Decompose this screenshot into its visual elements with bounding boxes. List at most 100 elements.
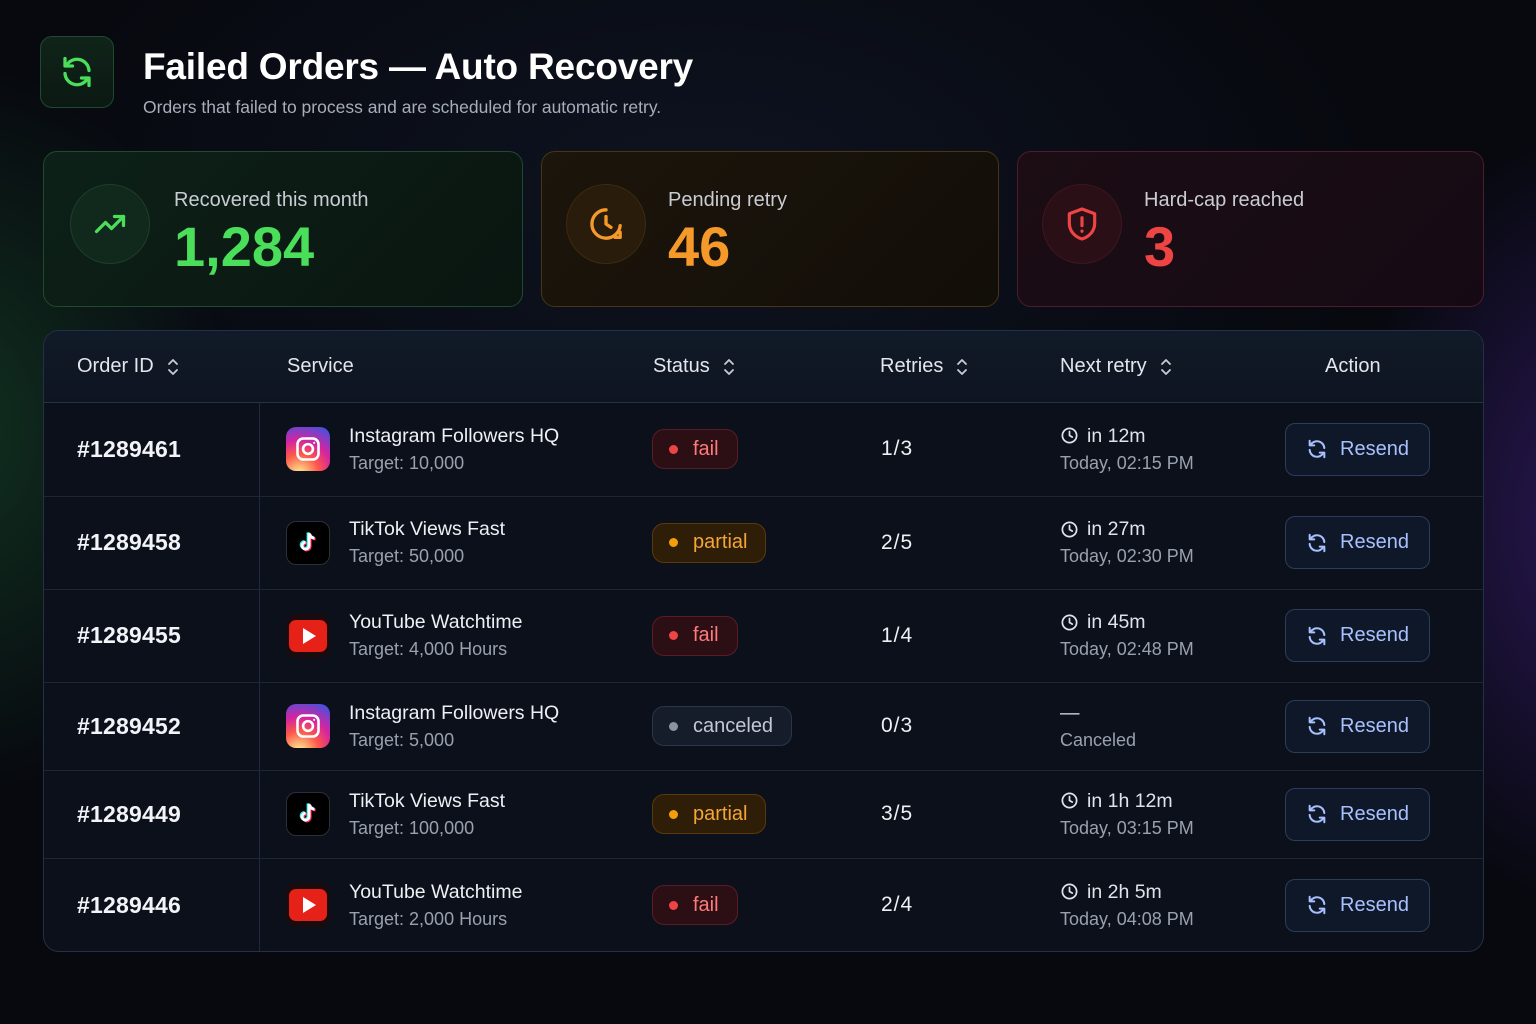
column-label: Status	[653, 355, 710, 377]
action-cell: Resend	[1285, 858, 1430, 951]
status-cell: fail	[652, 589, 738, 682]
resend-button[interactable]: Resend	[1285, 422, 1430, 476]
retries-count: 2/4	[881, 893, 914, 916]
resend-label: Resend	[1340, 437, 1409, 460]
refresh-icon	[1306, 532, 1328, 554]
status-label: fail	[693, 624, 719, 646]
table-row: #1289461 Instagram Followers HQ Target: 10…	[44, 402, 1483, 497]
trending-up-icon	[70, 184, 150, 264]
service-name: YouTube Watchtime	[349, 611, 523, 633]
resend-button[interactable]: Resend	[1285, 878, 1430, 932]
status-cell: canceled	[652, 682, 793, 770]
status-label: fail	[693, 893, 719, 916]
youtube-icon	[286, 883, 330, 927]
status-label: partial	[693, 531, 748, 553]
order-id: #1289455	[77, 622, 181, 648]
retries-count: 0/3	[881, 714, 914, 737]
column-next-retry[interactable]: Next retry	[1060, 331, 1173, 402]
status-badge: fail	[652, 885, 738, 925]
sort-icon[interactable]	[722, 357, 736, 377]
service-cell: TikTok Views Fast Target: 50,000	[286, 496, 505, 589]
column-action: Action	[1325, 331, 1381, 402]
service-name: Instagram Followers HQ	[349, 701, 560, 724]
next-retry-cell: in 1h 12m Today, 03:15 PM	[1060, 770, 1194, 858]
table-header: Order ID Service Status Retries Next ret…	[44, 331, 1483, 403]
page-subtitle: Orders that failed to process and are sc…	[143, 97, 662, 117]
service-target: Target: 5,000	[349, 729, 455, 750]
stat-value: 3	[1144, 215, 1176, 278]
order-id: #1289461	[77, 435, 181, 462]
shield-alert-icon	[1042, 184, 1122, 264]
table-row: #1289452 Instagram Followers HQ Target: 5,…	[44, 682, 1483, 771]
status-badge: partial	[652, 794, 767, 834]
order-id: #1289446	[77, 891, 181, 918]
column-label: Service	[287, 355, 354, 377]
service-target: Target: 50,000	[349, 546, 465, 566]
column-label: Action	[1325, 355, 1381, 377]
resend-button[interactable]: Resend	[1285, 516, 1430, 569]
column-service: Service	[287, 331, 354, 402]
tiktok-icon	[286, 792, 330, 836]
service-target: Target: 2,000 Hours	[349, 908, 508, 929]
status-dot	[669, 538, 678, 547]
instagram-icon	[286, 704, 330, 748]
resend-button[interactable]: Resend	[1285, 699, 1430, 753]
column-retries[interactable]: Retries	[880, 331, 969, 402]
service-target: Target: 100,000	[349, 817, 475, 838]
next-retry-cell: in 2h 5m Today, 04:08 PM	[1060, 858, 1194, 951]
next-retry-cell: in 45m Today, 02:48 PM	[1060, 589, 1194, 682]
page-header: Failed Orders — Auto Recovery Orders tha…	[40, 36, 693, 118]
resend-button[interactable]: Resend	[1285, 787, 1430, 841]
order-id: #1289449	[77, 800, 181, 827]
refresh-icon	[1306, 715, 1328, 737]
status-badge: partial	[652, 522, 767, 563]
clock-icon	[1060, 426, 1079, 445]
status-badge: fail	[652, 615, 738, 656]
next-retry-relative: in 2h 5m	[1087, 880, 1162, 903]
action-cell: Resend	[1285, 770, 1430, 858]
table-row: #1289455 YouTube Watchtime Target: 4,000 H…	[44, 589, 1483, 683]
stat-card-pending: Pending retry 46	[541, 151, 999, 307]
column-label: Order ID	[77, 355, 154, 377]
next-retry-time: Today, 02:30 PM	[1060, 546, 1194, 566]
next-retry-time: Canceled	[1060, 729, 1137, 750]
refresh-icon	[1306, 803, 1328, 825]
status-cell: fail	[652, 402, 738, 496]
status-dot	[669, 444, 678, 454]
table-row: #1289449 TikTok Views Fast Target: 100,000…	[44, 770, 1483, 859]
refresh-icon	[1306, 625, 1328, 647]
next-retry-relative: in 12m	[1087, 424, 1146, 447]
column-order-id[interactable]: Order ID	[77, 331, 180, 402]
resend-label: Resend	[1340, 531, 1409, 553]
next-retry-time: Today, 02:48 PM	[1060, 639, 1194, 659]
status-label: canceled	[693, 714, 774, 737]
status-label: fail	[693, 437, 719, 460]
status-dot	[669, 900, 678, 910]
stat-label: Recovered this month	[174, 189, 369, 211]
instagram-icon	[286, 427, 330, 471]
sort-icon[interactable]	[1159, 357, 1173, 377]
youtube-icon	[286, 613, 330, 658]
service-name: TikTok Views Fast	[349, 789, 506, 812]
status-dot	[669, 721, 678, 731]
stat-card-hardcap: Hard-cap reached 3	[1017, 151, 1484, 307]
stat-card-recovered: Recovered this month 1,284	[43, 151, 523, 307]
status-badge: canceled	[652, 706, 793, 746]
resend-button[interactable]: Resend	[1285, 609, 1430, 662]
sort-icon[interactable]	[166, 357, 180, 377]
status-cell: fail	[652, 858, 738, 951]
column-label: Retries	[880, 355, 944, 377]
retries-count: 2/5	[881, 530, 914, 554]
action-cell: Resend	[1285, 402, 1430, 496]
clock-icon	[1060, 613, 1079, 632]
service-name: TikTok Views Fast	[349, 518, 506, 540]
status-dot	[669, 809, 678, 819]
stat-value: 46	[668, 215, 731, 278]
next-retry-cell: — Canceled	[1060, 682, 1136, 770]
service-name: Instagram Followers HQ	[349, 424, 560, 447]
clock-icon	[1060, 520, 1079, 539]
column-status[interactable]: Status	[653, 331, 736, 402]
sort-icon[interactable]	[955, 357, 969, 377]
service-cell: Instagram Followers HQ Target: 5,000	[286, 682, 559, 770]
status-dot	[669, 631, 678, 640]
